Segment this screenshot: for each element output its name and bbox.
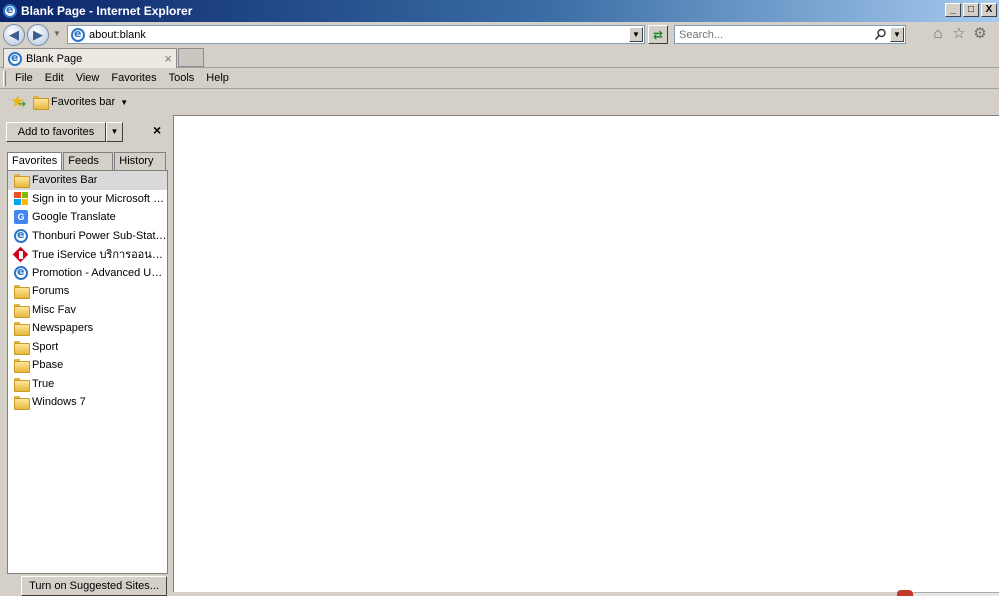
close-pane-button[interactable]: × bbox=[153, 122, 161, 138]
tab-feeds[interactable]: Feeds bbox=[63, 152, 114, 170]
address-url: about:blank bbox=[89, 28, 146, 41]
search-dropdown-button[interactable]: ▼ bbox=[890, 27, 904, 42]
search-box: ▼ bbox=[674, 25, 906, 44]
compatibility-refresh-button[interactable]: ⇄ bbox=[648, 25, 668, 44]
list-item[interactable]: Sport bbox=[8, 338, 167, 357]
microsoft-icon bbox=[14, 192, 28, 206]
back-button[interactable]: ◀ bbox=[3, 24, 25, 46]
address-dropdown-button[interactable]: ▼ bbox=[629, 27, 643, 42]
true-icon bbox=[14, 247, 28, 261]
ie-page-icon bbox=[14, 265, 28, 280]
chevron-down-icon[interactable]: ▼ bbox=[120, 98, 128, 107]
tab-history[interactable]: History bbox=[114, 152, 167, 170]
address-bar[interactable]: about:blank ▼ bbox=[67, 25, 645, 44]
list-item[interactable]: Thonburi Power Sub-Station,... bbox=[8, 227, 167, 246]
menu-file[interactable]: File bbox=[9, 72, 39, 84]
chevron-down-icon: ▼ bbox=[893, 30, 901, 39]
chevron-down-icon: ▼ bbox=[632, 30, 640, 39]
suggested-sites-button[interactable]: Turn on Suggested Sites... bbox=[21, 576, 167, 596]
list-item[interactable]: True bbox=[8, 375, 167, 394]
list-item[interactable]: True iService บริการออนไล... bbox=[8, 245, 167, 264]
tab-label: Blank Page bbox=[26, 52, 83, 65]
list-item[interactable]: Newspapers bbox=[8, 319, 167, 338]
list-item[interactable]: Forums bbox=[8, 282, 167, 301]
list-item[interactable]: Misc Fav bbox=[8, 301, 167, 320]
page-icon bbox=[8, 51, 22, 66]
minimize-button[interactable]: _ bbox=[945, 3, 961, 17]
refresh-icon: ⇄ bbox=[652, 27, 664, 42]
close-tab-icon[interactable]: × bbox=[164, 51, 172, 66]
favorites-list: Favorites Bar Sign in to your Microsoft … bbox=[7, 170, 168, 574]
favorites-bar-label[interactable]: Favorites bar bbox=[51, 96, 115, 108]
close-button[interactable]: X bbox=[981, 3, 997, 17]
ie-logo-icon bbox=[3, 3, 17, 18]
tab-blank-page[interactable]: Blank Page × bbox=[3, 48, 177, 68]
folder-icon bbox=[14, 285, 30, 300]
menu-favorites[interactable]: Favorites bbox=[105, 72, 162, 84]
gear-icon[interactable]: ⚙ bbox=[972, 26, 988, 42]
navigation-bar: ◀ ▶ ▼ about:blank ▼ ⇄ ▼ ⌂ ☆ ⚙ bbox=[0, 22, 999, 47]
menu-edit[interactable]: Edit bbox=[39, 72, 70, 84]
add-to-favorites-dropdown[interactable]: ▼ bbox=[106, 122, 123, 142]
folder-icon bbox=[14, 322, 30, 337]
list-item[interactable]: Windows 7 bbox=[8, 393, 167, 412]
favorites-center: Add to favorites ▼ × Favorites Feeds His… bbox=[0, 115, 172, 596]
status-indicator-icon bbox=[897, 590, 913, 596]
toolbar-grip[interactable] bbox=[3, 71, 6, 86]
folder-icon bbox=[14, 377, 30, 392]
chevron-down-icon: ▼ bbox=[53, 29, 61, 38]
tab-favorites[interactable]: Favorites bbox=[7, 152, 63, 171]
recent-pages-dropdown[interactable]: ▼ bbox=[53, 29, 61, 38]
list-item[interactable]: G Google Translate bbox=[8, 208, 167, 227]
favorites-center-tabs: Favorites Feeds History bbox=[7, 152, 167, 171]
list-item[interactable]: Pbase bbox=[8, 356, 167, 375]
window-controls: _ □ X bbox=[945, 3, 997, 17]
ie-page-icon bbox=[14, 228, 28, 243]
maximize-button[interactable]: □ bbox=[963, 3, 979, 17]
add-to-favorites-bar-icon[interactable]: ★ bbox=[10, 93, 28, 115]
add-to-favorites-button[interactable]: Add to favorites bbox=[6, 122, 106, 142]
status-bar bbox=[914, 592, 999, 596]
folder-icon bbox=[14, 174, 30, 189]
tab-row: Blank Page × bbox=[0, 47, 999, 68]
folder-icon bbox=[33, 96, 49, 110]
page-icon bbox=[71, 27, 85, 42]
menu-bar: File Edit View Favorites Tools Help bbox=[0, 68, 999, 89]
list-item[interactable]: Favorites Bar bbox=[8, 171, 167, 190]
folder-icon bbox=[14, 340, 30, 355]
list-item[interactable]: Sign in to your Microsoft acc... bbox=[8, 190, 167, 209]
search-icon[interactable] bbox=[874, 28, 887, 41]
menu-help[interactable]: Help bbox=[200, 72, 235, 84]
home-icon[interactable]: ⌂ bbox=[930, 26, 946, 42]
favorites-bar: ★ Favorites bar ▼ bbox=[0, 89, 999, 115]
forward-button[interactable]: ▶ bbox=[27, 24, 49, 46]
window-title: Blank Page - Internet Explorer bbox=[21, 4, 193, 18]
page-content[interactable] bbox=[173, 115, 999, 592]
search-input[interactable] bbox=[679, 28, 879, 41]
back-arrow-icon: ◀ bbox=[9, 27, 19, 42]
command-icons: ⌂ ☆ ⚙ bbox=[930, 26, 988, 42]
menu-view[interactable]: View bbox=[70, 72, 106, 84]
list-item[interactable]: Promotion - Advanced Unins... bbox=[8, 264, 167, 283]
chevron-down-icon: ▼ bbox=[110, 127, 119, 136]
forward-arrow-icon: ▶ bbox=[33, 27, 43, 42]
new-tab-button[interactable] bbox=[178, 48, 204, 67]
favorites-star-icon[interactable]: ☆ bbox=[951, 26, 967, 42]
folder-icon bbox=[14, 303, 30, 318]
google-translate-icon: G bbox=[14, 210, 28, 225]
folder-icon bbox=[14, 359, 30, 374]
folder-icon bbox=[14, 396, 30, 411]
menu-tools[interactable]: Tools bbox=[163, 72, 201, 84]
title-bar: Blank Page - Internet Explorer _ □ X bbox=[0, 0, 999, 22]
